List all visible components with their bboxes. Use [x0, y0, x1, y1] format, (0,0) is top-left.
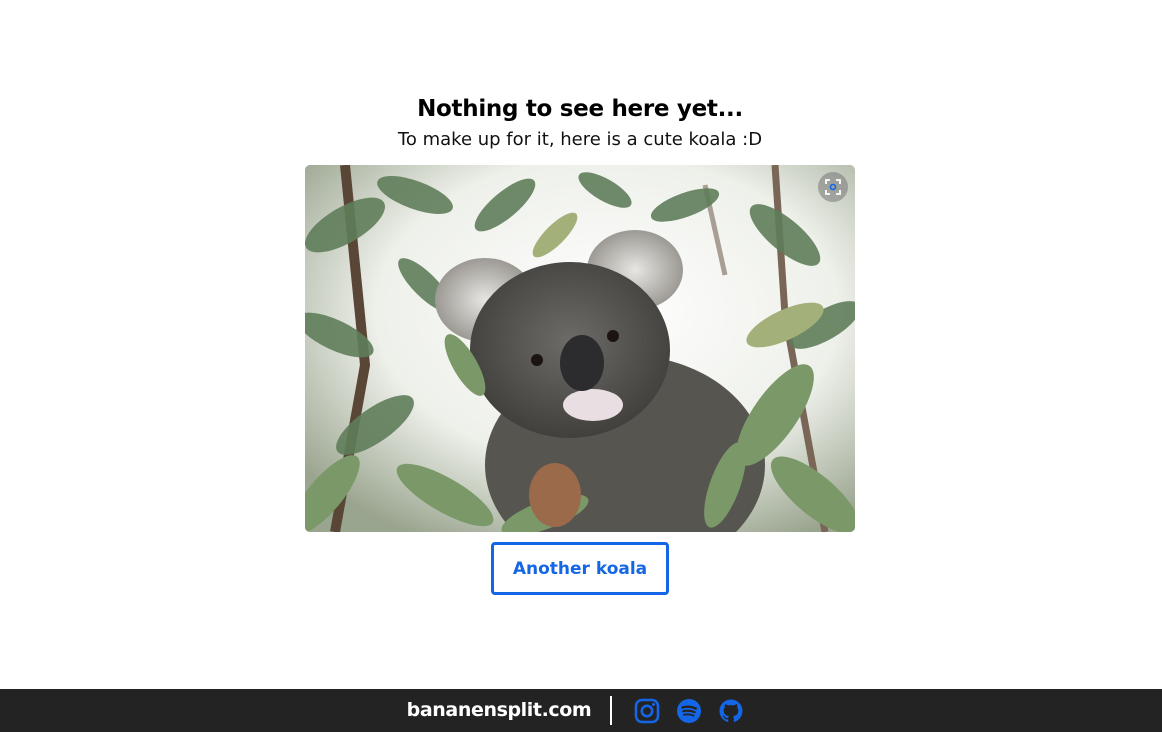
main-content: Nothing to see here yet... To make up fo… — [0, 0, 1162, 689]
instagram-icon[interactable] — [634, 698, 660, 724]
page-title: Nothing to see here yet... — [417, 96, 743, 122]
spotify-icon[interactable] — [676, 698, 702, 724]
footer-divider — [610, 696, 612, 725]
brand-link[interactable]: bananensplit.com — [390, 689, 608, 732]
github-icon[interactable] — [718, 698, 744, 724]
lens-search-icon[interactable] — [818, 172, 848, 202]
another-koala-button[interactable]: Another koala — [491, 542, 669, 595]
koala-image — [305, 165, 855, 532]
page: Nothing to see here yet... To make up fo… — [0, 0, 1162, 732]
page-subtitle: To make up for it, here is a cute koala … — [397, 129, 763, 150]
footer: bananensplit.com — [0, 689, 1162, 732]
